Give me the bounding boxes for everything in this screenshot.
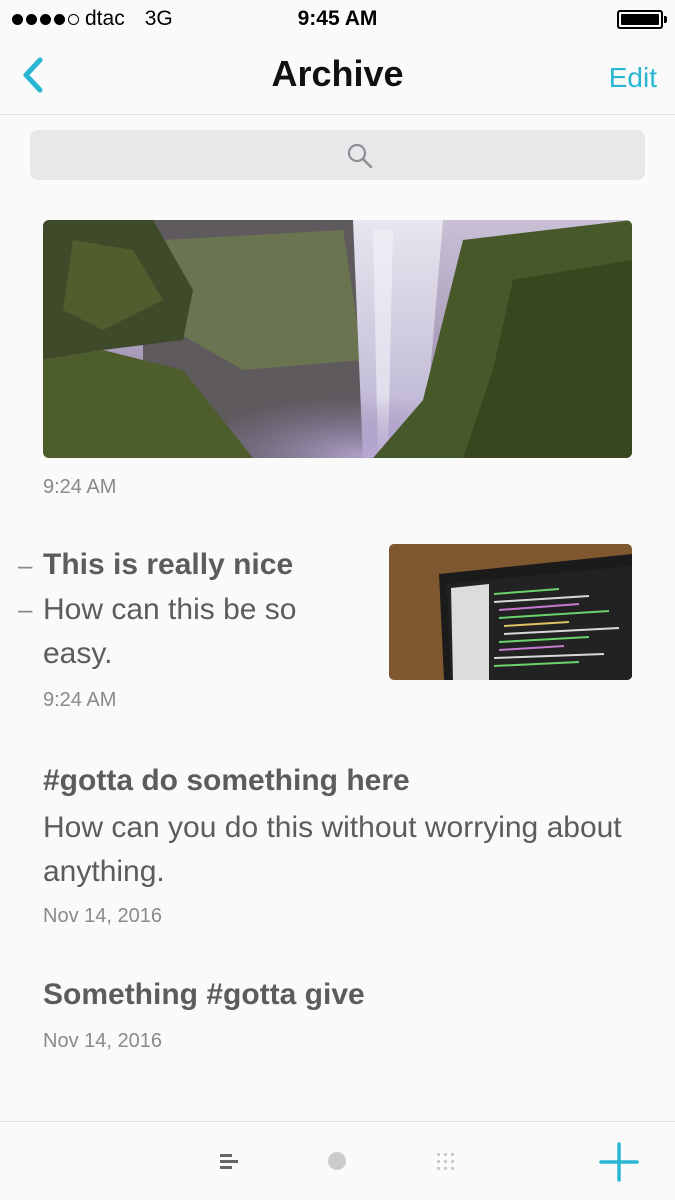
entry-timestamp: 9:24 AM <box>43 476 117 498</box>
entry-title[interactable]: Something #gotta give <box>43 978 365 1012</box>
dot-icon <box>328 1152 346 1170</box>
add-entry-button[interactable] <box>597 1140 641 1189</box>
status-time: 9:45 AM <box>297 7 378 30</box>
grid-icon <box>437 1153 454 1170</box>
grid-view-tab[interactable] <box>434 1150 458 1179</box>
tab-bar <box>0 1121 675 1200</box>
search-icon <box>347 143 373 169</box>
entry-title[interactable]: This is really nice <box>43 548 293 582</box>
entry-timestamp: Nov 14, 2016 <box>43 905 162 927</box>
status-bar: dtac 3G 9:45 AM <box>0 0 675 40</box>
entry-title[interactable]: #gotta do something here <box>43 764 410 798</box>
entry-timestamp: Nov 14, 2016 <box>43 1030 162 1052</box>
bullet-dash: – <box>18 594 33 624</box>
edit-button[interactable]: Edit <box>609 62 657 94</box>
code-monitor-photo[interactable] <box>389 544 632 680</box>
search-input[interactable] <box>30 130 645 180</box>
plus-icon <box>599 1142 639 1182</box>
entry-body[interactable]: How can you do this without worrying abo… <box>43 806 623 894</box>
waterfall-photo[interactable] <box>43 220 632 458</box>
entry-body[interactable]: How can this be so easy. <box>43 588 343 676</box>
list-view-tab[interactable] <box>214 1148 242 1181</box>
entry-timestamp: 9:24 AM <box>43 689 117 711</box>
battery-icon <box>617 10 667 29</box>
page-title: Archive <box>271 53 404 94</box>
bullet-dash: – <box>18 550 33 580</box>
list-icon <box>220 1154 238 1169</box>
timeline-tab[interactable] <box>326 1150 348 1177</box>
navigation-bar: Archive Edit <box>0 40 675 115</box>
